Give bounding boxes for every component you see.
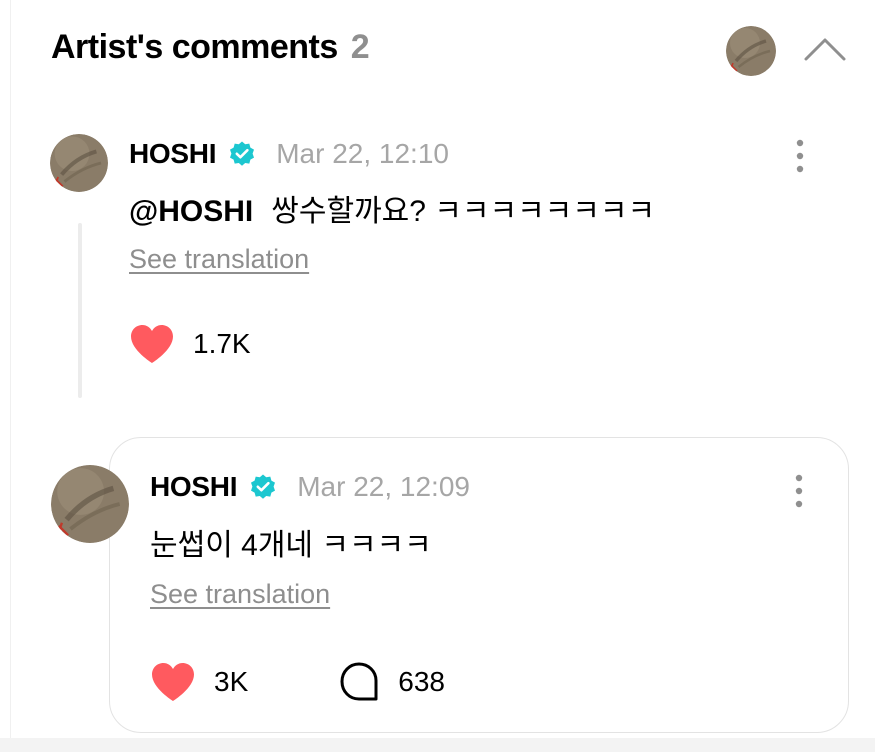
more-options-button[interactable] [785, 471, 813, 511]
more-vertical-icon [796, 139, 804, 173]
heart-icon [131, 325, 173, 363]
more-vertical-icon [795, 474, 803, 508]
artist-avatar[interactable] [726, 26, 776, 76]
comment-meta: HOSHI Mar 22, 12:09 [150, 469, 470, 505]
comment-timestamp: Mar 22, 12:10 [276, 138, 449, 169]
mention-link[interactable]: @HOSHI [129, 195, 253, 228]
comment-meta: HOSHI Mar 22, 12:10 [129, 136, 449, 172]
comment-body: 쌍수할까요? ㅋㅋㅋㅋㅋㅋㅋㅋ [271, 195, 656, 228]
comment-text: @HOSHI 쌍수할까요? ㅋㅋㅋㅋㅋㅋㅋㅋ [129, 186, 655, 230]
author-avatar-image [50, 134, 108, 192]
verified-badge-icon [228, 140, 256, 168]
comment-actions: 1.7K [129, 320, 251, 368]
thread-line [78, 223, 82, 398]
author-avatar-image [51, 465, 129, 543]
speech-bubble-icon [340, 662, 378, 701]
author-avatar[interactable] [50, 134, 108, 192]
chevron-up-icon [804, 38, 846, 61]
comment-text: 눈썹이 4개네 ㅋㅋㅋㅋ [150, 529, 432, 562]
comment-count: 2 [350, 28, 370, 66]
see-translation-link[interactable]: See translation [150, 579, 330, 610]
comment-item: HOSHI Mar 22, 12:10 @HOSHI 쌍수할까요? ㅋㅋㅋㅋㅋㅋㅋ… [0, 120, 875, 420]
comment-actions: 3K 638 [150, 658, 445, 706]
reply-count: 638 [398, 666, 445, 697]
like-count: 3K [214, 666, 249, 697]
see-translation-link[interactable]: See translation [129, 244, 309, 275]
author-avatar[interactable] [51, 465, 129, 543]
section-title: Artist's comments 2 [51, 28, 370, 67]
bottom-divider [0, 738, 875, 752]
artist-comments-header: Artist's comments 2 [0, 0, 875, 100]
heart-icon [152, 663, 194, 701]
section-title-label: Artist's comments [51, 28, 338, 66]
comment-timestamp: Mar 22, 12:09 [297, 471, 470, 502]
verified-badge-icon [249, 473, 277, 501]
like-button[interactable]: 3K [150, 661, 248, 703]
like-count: 1.7K [193, 328, 251, 359]
like-button[interactable]: 1.7K [129, 323, 251, 365]
reply-button[interactable]: 638 [338, 661, 445, 703]
collapse-button[interactable] [800, 26, 850, 76]
more-options-button[interactable] [786, 136, 814, 176]
author-name[interactable]: HOSHI [150, 471, 237, 503]
comment-item: HOSHI Mar 22, 12:09 눈썹이 4개네 ㅋㅋㅋㅋ See tra… [51, 437, 849, 733]
artist-avatar-image [726, 26, 776, 76]
author-name[interactable]: HOSHI [129, 138, 216, 170]
